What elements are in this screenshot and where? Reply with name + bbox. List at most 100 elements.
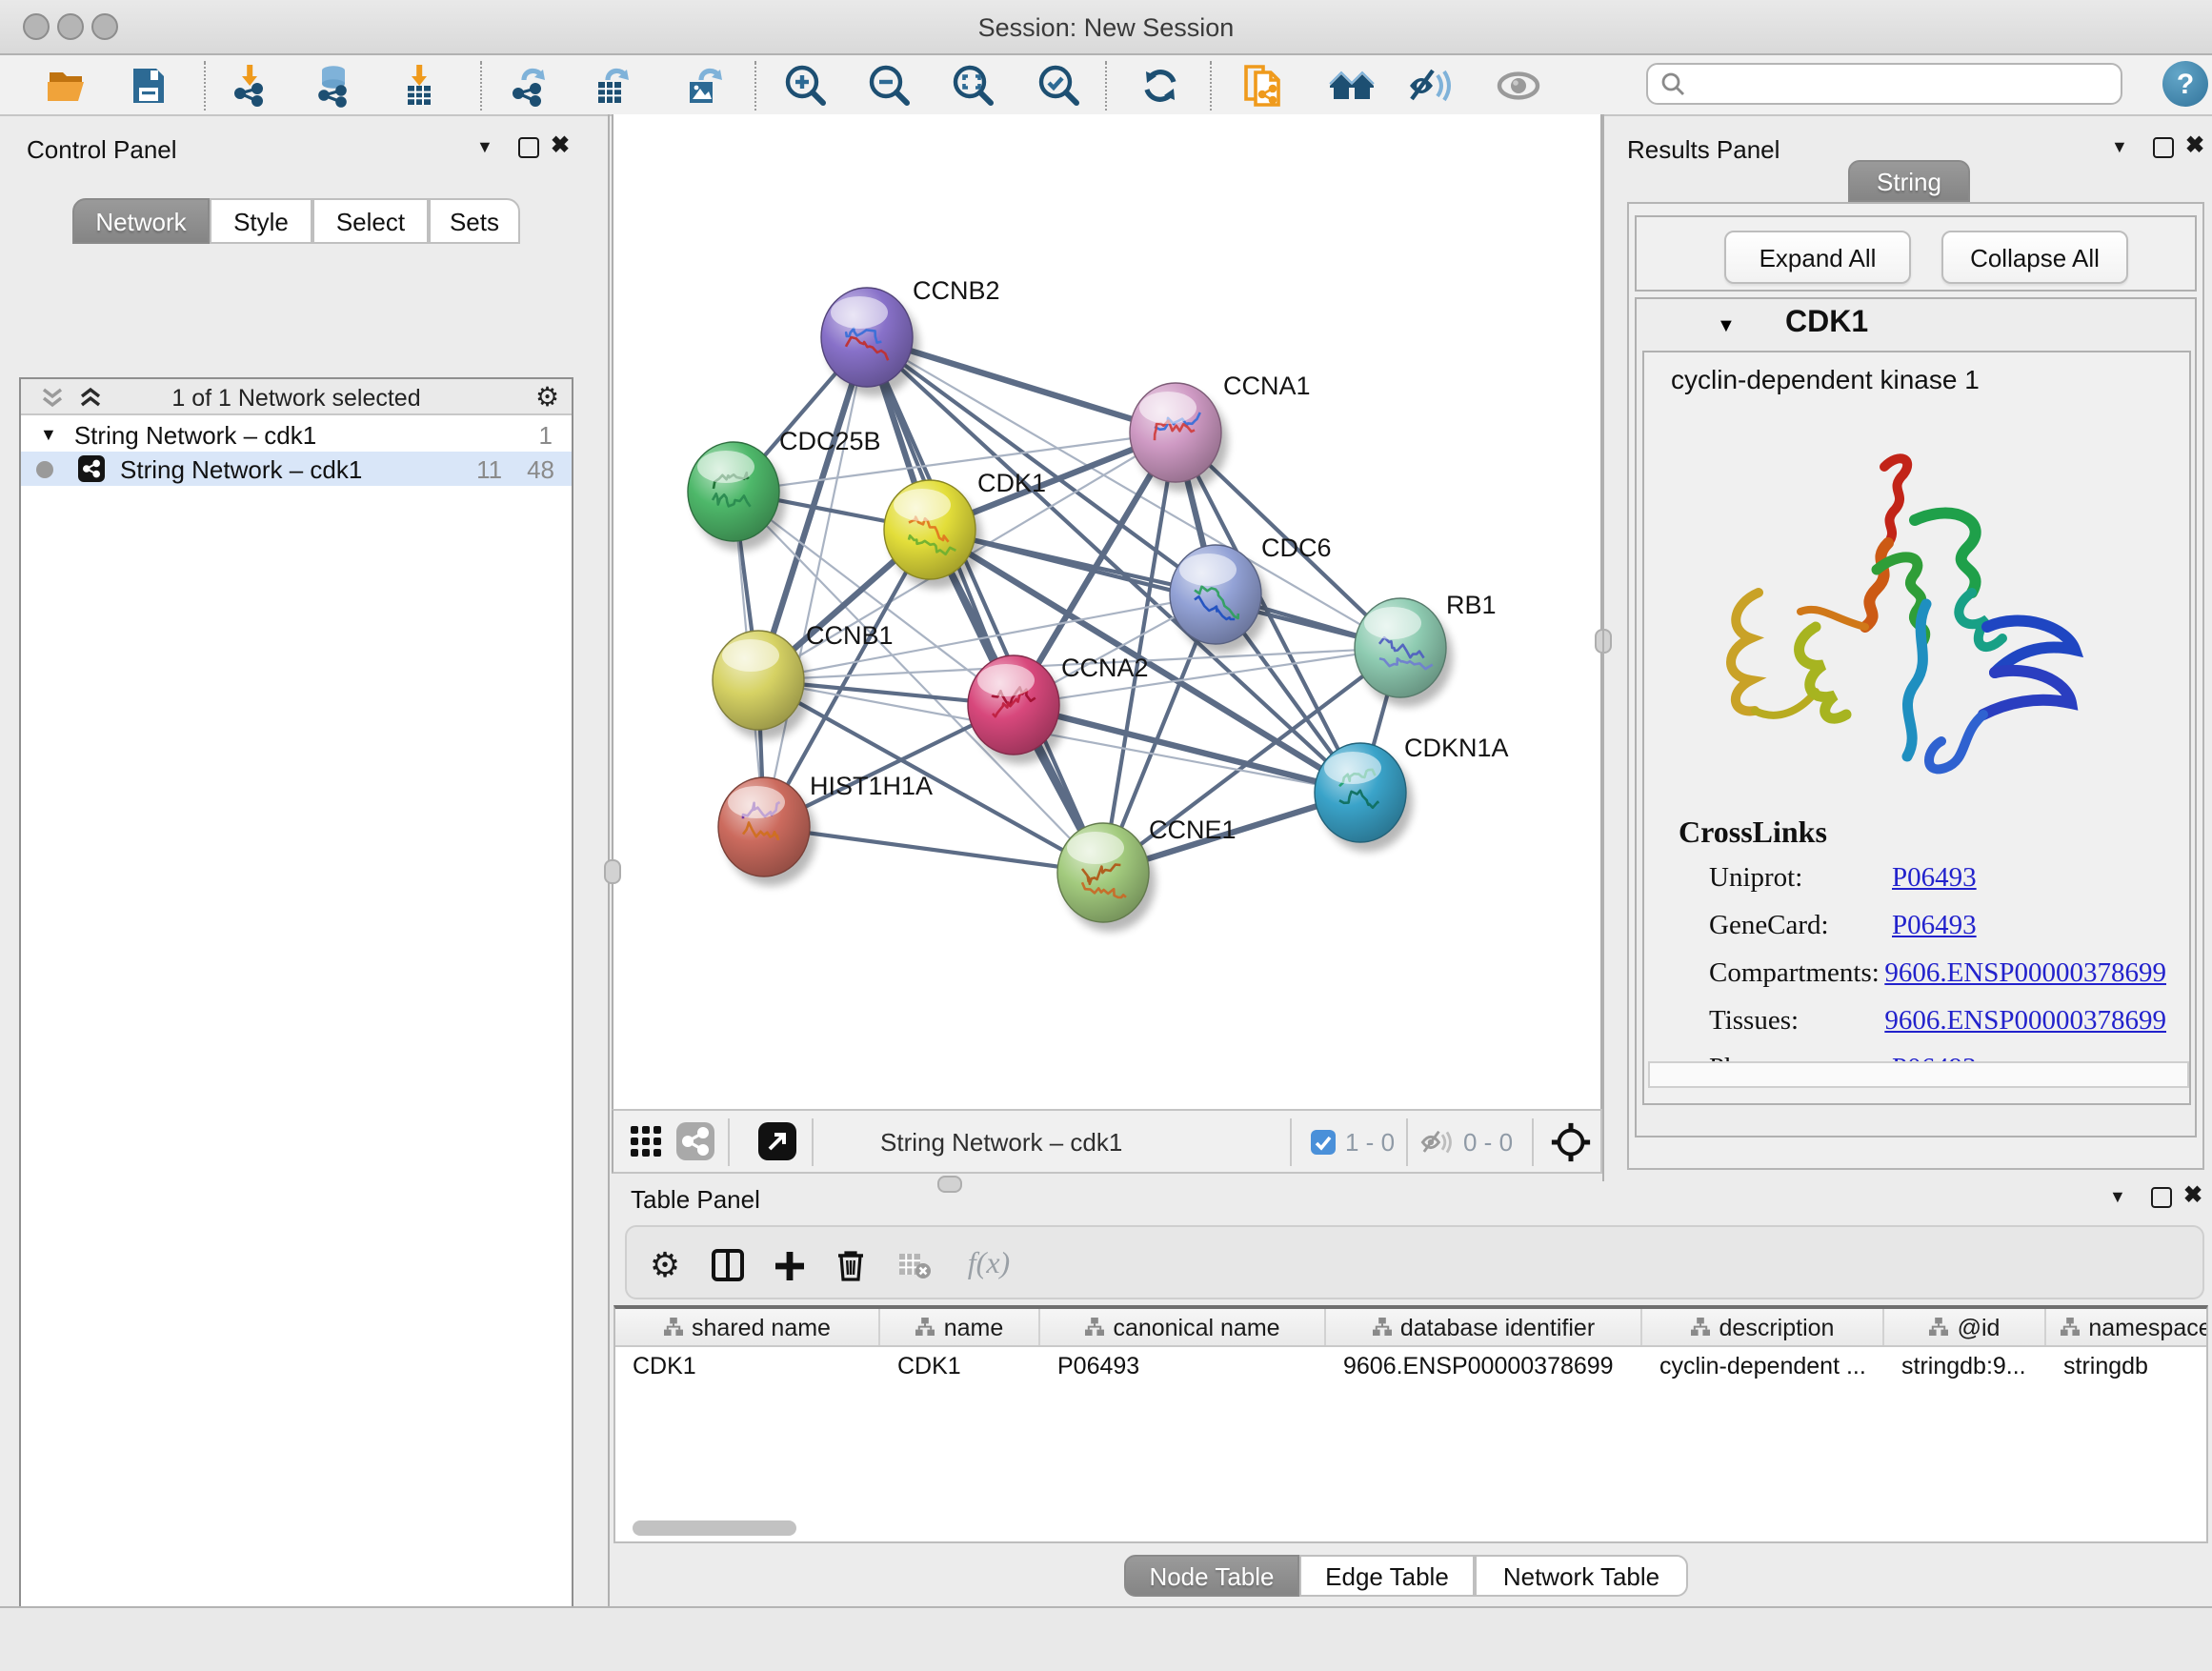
tab-network[interactable]: Network: [72, 198, 210, 244]
zoom-selected-icon[interactable]: [1035, 61, 1084, 111]
column-header-name[interactable]: name: [880, 1309, 1040, 1345]
tab-node-table[interactable]: Node Table: [1124, 1555, 1299, 1597]
function-builder-icon[interactable]: f(x): [955, 1240, 1023, 1290]
table-settings-icon[interactable]: ⚙: [640, 1240, 690, 1290]
create-column-icon[interactable]: [764, 1240, 814, 1290]
node-CCNB2[interactable]: [821, 288, 919, 396]
network-list-panel: 1 of 1 Network selected ⚙ ▼ String Netwo…: [19, 377, 573, 1671]
node-gloss: [697, 451, 754, 483]
network-graph[interactable]: CCNB2CCNA1CDC25BCDK1CDC6RB1CCNB1CCNA2CDK…: [613, 114, 1600, 1105]
tab-style[interactable]: Style: [210, 198, 312, 244]
crosslink-row: Compartments:9606.ENSP00000378699: [1709, 958, 2166, 991]
collection-name: String Network – cdk1: [74, 420, 316, 449]
export-table-icon[interactable]: [587, 61, 636, 111]
cell-description[interactable]: cyclin-dependent ...: [1642, 1347, 1884, 1383]
maximize-panel-icon[interactable]: [2151, 1187, 2172, 1208]
section-scrollbar-track[interactable]: [1648, 1061, 2189, 1088]
column-header-namespace[interactable]: namespace: [2046, 1309, 2208, 1345]
open-session-icon[interactable]: [42, 61, 91, 111]
delete-columns-icon[interactable]: [825, 1240, 875, 1290]
node-CCNE1[interactable]: [1057, 823, 1156, 932]
float-panel-icon[interactable]: ▼: [476, 137, 493, 156]
close-panel-icon[interactable]: ✖: [551, 131, 570, 158]
cell-name[interactable]: CDK1: [880, 1347, 1040, 1383]
hide-panels-eye-icon[interactable]: [1406, 61, 1456, 111]
save-session-icon[interactable]: [124, 61, 173, 111]
import-network-icon[interactable]: [225, 61, 274, 111]
search-icon: [1659, 70, 1686, 97]
search-box[interactable]: [1646, 63, 2122, 105]
cell-@id[interactable]: stringdb:9...: [1884, 1347, 2046, 1383]
maximize-panel-icon[interactable]: [2153, 137, 2174, 158]
export-network-icon[interactable]: [503, 61, 553, 111]
delete-table-icon[interactable]: [890, 1240, 939, 1290]
zoom-out-icon[interactable]: [865, 61, 915, 111]
cell-canonical-name[interactable]: P06493: [1040, 1347, 1326, 1383]
collapse-all-button[interactable]: Collapse All: [1941, 231, 2128, 284]
float-panel-icon[interactable]: ▼: [2109, 1187, 2126, 1206]
share-document-icon[interactable]: [1238, 61, 1288, 111]
column-header-database-identifier[interactable]: database identifier: [1326, 1309, 1642, 1345]
node-CDKN1A[interactable]: [1315, 743, 1413, 852]
network-view-title: String Network – cdk1: [880, 1128, 1122, 1157]
preview-eye-icon[interactable]: [1494, 61, 1543, 111]
maximize-panel-icon[interactable]: [518, 137, 539, 158]
crosslink-value-link[interactable]: P06493: [1892, 911, 1977, 943]
close-panel-icon[interactable]: ✖: [2185, 131, 2204, 158]
tab-string[interactable]: String: [1848, 160, 1970, 202]
node-CDC25B[interactable]: [688, 442, 786, 551]
netbar-separator: [1290, 1118, 1292, 1166]
collection-expander-icon[interactable]: ▼: [40, 425, 57, 444]
search-input[interactable]: [1686, 69, 2121, 99]
cell-shared-name[interactable]: CDK1: [615, 1347, 880, 1383]
network-collection-row[interactable]: ▼ String Network – cdk1 1: [21, 417, 572, 452]
import-table-icon[interactable]: [394, 61, 444, 111]
crosslink-value-link[interactable]: P06493: [1892, 863, 1977, 896]
cell-database-identifier[interactable]: 9606.ENSP00000378699: [1326, 1347, 1642, 1383]
network-row-selected[interactable]: String Network – cdk1 11 48: [21, 452, 572, 486]
network-canvas[interactable]: CCNB2CCNA1CDC25BCDK1CDC6RB1CCNB1CCNA2CDK…: [612, 114, 1602, 1109]
tab-edge-table[interactable]: Edge Table: [1299, 1555, 1475, 1597]
tab-select[interactable]: Select: [312, 198, 429, 244]
zoom-in-icon[interactable]: [781, 61, 831, 111]
column-header-shared-name[interactable]: shared name: [615, 1309, 880, 1345]
show-columns-icon[interactable]: [703, 1240, 753, 1290]
close-panel-icon[interactable]: ✖: [2183, 1181, 2202, 1208]
selected-checkbox-icon[interactable]: [1311, 1130, 1336, 1155]
import-network-database-icon[interactable]: [309, 61, 358, 111]
node-CCNA1[interactable]: [1130, 383, 1228, 492]
zoom-fit-icon[interactable]: [949, 61, 998, 111]
float-panel-icon[interactable]: ▼: [2111, 137, 2128, 156]
refresh-view-icon[interactable]: [1136, 61, 1185, 111]
crosslink-row: Tissues:9606.ENSP00000378699: [1709, 1006, 2166, 1038]
export-image-icon[interactable]: [678, 61, 728, 111]
column-header-canonical-name[interactable]: canonical name: [1040, 1309, 1326, 1345]
network-share-view-icon[interactable]: [676, 1122, 714, 1170]
node-RB1[interactable]: [1355, 598, 1453, 707]
table-row[interactable]: CDK1CDK1P064939606.ENSP00000378699cyclin…: [615, 1347, 2206, 1383]
section-expander-icon[interactable]: ▼: [1717, 316, 1736, 337]
status-bar: Memory: [0, 1606, 2212, 1671]
tab-sets[interactable]: Sets: [429, 198, 520, 244]
hidden-eye-icon[interactable]: [1419, 1126, 1456, 1168]
column-type-icon: [1929, 1317, 1950, 1338]
column-header-description[interactable]: description: [1642, 1309, 1884, 1345]
birdseye-view-icon[interactable]: [1549, 1120, 1593, 1174]
cell-namespace[interactable]: stringdb: [2046, 1347, 2208, 1383]
crosslink-value-link[interactable]: 9606.ENSP00000378699: [1884, 958, 2166, 991]
node-HIST1H1A[interactable]: [718, 777, 816, 886]
left-splitter-handle[interactable]: [604, 859, 621, 884]
home-panels-icon[interactable]: [1328, 61, 1377, 111]
expand-all-button[interactable]: Expand All: [1724, 231, 1911, 284]
grid-view-icon[interactable]: [629, 1124, 663, 1168]
help-icon[interactable]: ?: [2162, 61, 2208, 107]
open-view-icon[interactable]: [758, 1122, 796, 1170]
table-horizontal-scrollbar[interactable]: [633, 1520, 796, 1536]
node-CDK1[interactable]: [884, 480, 982, 589]
tab-network-table[interactable]: Network Table: [1475, 1555, 1688, 1597]
column-header-@id[interactable]: @id: [1884, 1309, 2046, 1345]
network-options-gear-icon[interactable]: ⚙: [535, 381, 559, 413]
netbar-separator: [728, 1118, 730, 1166]
crosslink-value-link[interactable]: 9606.ENSP00000378699: [1884, 1006, 2166, 1038]
network-selector-bar: 1 of 1 Network selected ⚙: [21, 379, 572, 415]
